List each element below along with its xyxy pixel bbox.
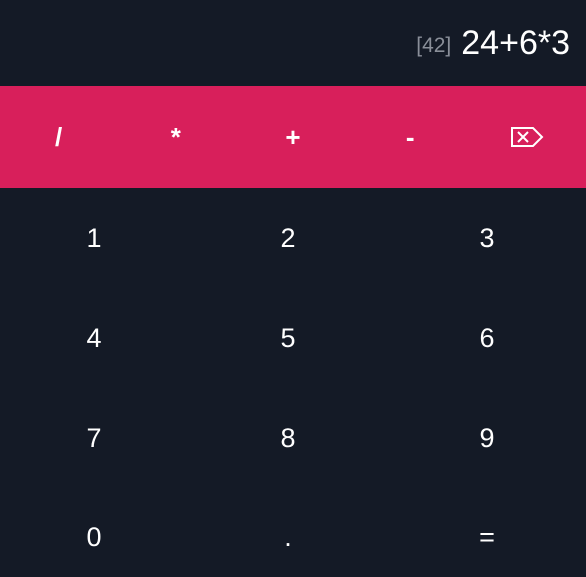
backspace-button[interactable] xyxy=(469,86,586,188)
key-decimal[interactable]: . xyxy=(188,488,388,577)
expression-text: 24+6*3 xyxy=(461,23,570,62)
calculator: [42] 24+6*3 / * + - 1 2 3 4 5 6 7 8 9 0 … xyxy=(0,0,586,577)
key-1[interactable]: 1 xyxy=(0,188,188,288)
add-button[interactable]: + xyxy=(234,86,351,188)
key-equals[interactable]: = xyxy=(388,488,586,577)
display: [42] 24+6*3 xyxy=(0,0,586,86)
operator-bar: / * + - xyxy=(0,86,586,188)
subtract-button[interactable]: - xyxy=(352,86,469,188)
key-8[interactable]: 8 xyxy=(188,388,388,488)
key-7[interactable]: 7 xyxy=(0,388,188,488)
key-2[interactable]: 2 xyxy=(188,188,388,288)
key-5[interactable]: 5 xyxy=(188,288,388,388)
key-4[interactable]: 4 xyxy=(0,288,188,388)
key-6[interactable]: 6 xyxy=(388,288,586,388)
result-preview: [42] xyxy=(416,34,452,57)
keypad: 1 2 3 4 5 6 7 8 9 0 . = xyxy=(0,188,586,577)
key-3[interactable]: 3 xyxy=(388,188,586,288)
key-9[interactable]: 9 xyxy=(388,388,586,488)
key-0[interactable]: 0 xyxy=(0,488,188,577)
multiply-button[interactable]: * xyxy=(117,86,234,188)
divide-button[interactable]: / xyxy=(0,86,117,188)
backspace-icon xyxy=(510,126,544,148)
